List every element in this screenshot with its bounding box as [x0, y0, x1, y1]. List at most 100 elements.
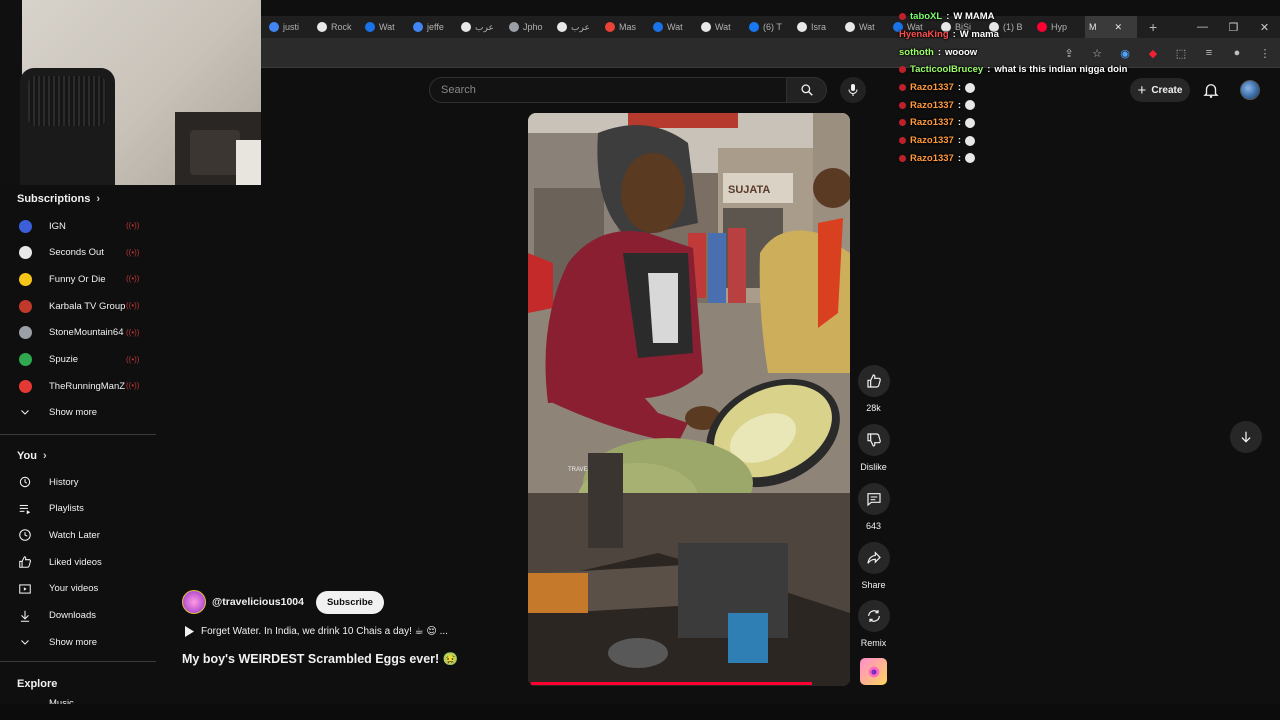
sound-thumbnail[interactable] — [860, 658, 887, 685]
chevron-down-icon — [18, 405, 32, 419]
sidebar-item-label: TheRunningManZ — [49, 380, 126, 392]
chat-separator: : — [957, 99, 962, 111]
chat-username: Razo1337 — [910, 82, 954, 94]
share-action[interactable]: Share — [856, 542, 891, 590]
window-controls: — ❐ ✕ — [1187, 16, 1280, 38]
share-button[interactable] — [857, 542, 890, 574]
live-indicator-icon: ((•)) — [126, 381, 140, 391]
play-icon — [185, 626, 194, 637]
browser-tab[interactable]: عرب — [461, 16, 509, 38]
browser-tab[interactable]: jeffe — [413, 16, 461, 38]
chat-username: taboXL — [910, 11, 943, 23]
show-more-label: Show more — [49, 636, 98, 648]
show-more-you[interactable]: Show more — [0, 629, 156, 655]
search-button[interactable] — [787, 77, 827, 103]
like-action[interactable]: 28k — [856, 365, 891, 413]
sidebar-item-history[interactable]: History — [0, 469, 156, 495]
sidebar-item-label: Downloads — [49, 610, 96, 621]
sidebar-item-label: Karbala TV Group — [49, 300, 126, 312]
browser-tab[interactable]: Rock — [317, 16, 365, 38]
browser-tab[interactable]: (6) T — [749, 16, 797, 38]
sidebar-item-liked-videos[interactable]: Liked videos — [0, 549, 156, 575]
chat-text: wooow — [945, 46, 978, 58]
sidebar-item-watch-later[interactable]: Watch Later — [0, 522, 156, 548]
dislike-button[interactable] — [857, 424, 890, 456]
browser-tab[interactable]: Wat — [845, 16, 893, 38]
browser-tab[interactable]: Wat — [653, 16, 701, 38]
chat-badge-icon — [899, 101, 906, 109]
remix-action[interactable]: Remix — [856, 600, 891, 648]
comments-button[interactable] — [857, 483, 890, 515]
live-indicator-icon: ((•)) — [126, 354, 140, 364]
sidebar-item-subscription[interactable]: Spuzie ((•)) — [0, 347, 156, 373]
sidebar-item-subscription[interactable]: StoneMountain64 ((•)) — [0, 320, 156, 346]
chat-message: HyenaKing: W mama — [899, 26, 1159, 44]
chat-separator: : — [957, 82, 962, 94]
account-avatar[interactable] — [1240, 80, 1260, 100]
browser-tab[interactable]: Isra — [797, 16, 845, 38]
comment-action[interactable]: 643 — [856, 483, 891, 531]
browser-tab[interactable]: justi — [269, 16, 317, 38]
webcam-chair-mesh — [28, 76, 106, 126]
close-window-button[interactable]: ✕ — [1249, 16, 1280, 38]
profile-icon[interactable]: ● — [1230, 46, 1244, 60]
search-input[interactable]: Search — [429, 77, 787, 103]
webcam-objects — [190, 130, 240, 175]
video-progress-bar[interactable] — [531, 682, 812, 685]
sidebar-item-playlists[interactable]: Playlists — [0, 496, 156, 522]
next-video-button[interactable] — [1230, 421, 1262, 453]
tab-label: Wat — [379, 22, 395, 32]
browser-tab[interactable]: عرب — [557, 16, 605, 38]
bell-icon[interactable] — [1202, 81, 1220, 99]
puzzle-icon[interactable]: ⬚ — [1174, 46, 1188, 60]
menu-kebab-icon[interactable]: ⋮ — [1258, 46, 1272, 60]
sidebar-item-subscription[interactable]: Seconds Out ((•)) — [0, 240, 156, 266]
tab-label: Mas — [619, 22, 637, 32]
tab-label: عرب — [475, 21, 494, 32]
tab-favicon — [653, 22, 663, 32]
divider — [0, 434, 156, 435]
browser-tab[interactable]: Wat — [365, 16, 413, 38]
short-video-player[interactable]: SUJATA TRAVELICIOUS — [528, 113, 850, 686]
show-more-subscriptions[interactable]: Show more — [0, 399, 156, 425]
chat-emote-icon — [965, 153, 976, 164]
like-icon — [18, 555, 32, 569]
sound-row[interactable]: Forget Water. In India, we drink 10 Chai… — [184, 626, 448, 637]
explore-heading: Explore — [17, 678, 57, 690]
channel-avatar[interactable] — [182, 590, 206, 614]
tab-favicon — [269, 22, 279, 32]
subscriptions-heading[interactable]: Subscriptions › — [17, 193, 100, 205]
download-icon — [18, 609, 32, 623]
subscribe-button[interactable]: Subscribe — [315, 590, 384, 614]
restore-button[interactable]: ❐ — [1218, 16, 1249, 38]
channel-name[interactable]: @travelicious1004 — [212, 596, 304, 608]
sidebar: Subscriptions › IGN ((•)) Seconds Out ((•))… — [0, 185, 156, 720]
watch-later-icon — [18, 528, 32, 542]
sidebar-item-subscription[interactable]: TheRunningManZ ((•)) — [0, 373, 156, 399]
tab-favicon — [365, 22, 375, 32]
like-button[interactable] — [857, 365, 890, 397]
sidebar-item-subscription[interactable]: IGN ((•)) — [0, 213, 156, 239]
remix-button[interactable] — [857, 600, 890, 632]
browser-tab[interactable]: Mas — [605, 16, 653, 38]
media-icon[interactable]: ≡ — [1202, 46, 1216, 60]
sidebar-item-downloads[interactable]: Downloads — [0, 603, 156, 629]
streamer-webcam — [0, 0, 261, 185]
minimize-button[interactable]: — — [1187, 16, 1218, 38]
dislike-action[interactable]: Dislike — [856, 424, 891, 472]
tab-label: jeffe — [427, 22, 444, 32]
remix-icon — [867, 610, 880, 622]
sidebar-item-your-videos[interactable]: Your videos — [0, 576, 156, 602]
channel-row: @travelicious1004 Subscribe — [182, 590, 384, 614]
comment-icon — [866, 493, 881, 507]
browser-tab[interactable]: Wat — [701, 16, 749, 38]
voice-search-button[interactable] — [840, 77, 866, 103]
browser-tab[interactable]: Jpho — [509, 16, 557, 38]
you-heading[interactable]: You › — [17, 450, 47, 462]
chat-username: sothoth — [899, 46, 934, 58]
share-icon — [866, 551, 881, 564]
tab-label: عرب — [571, 21, 590, 32]
sidebar-item-subscription[interactable]: Funny Or Die ((•)) — [0, 266, 156, 292]
chevron-right-icon: › — [42, 450, 47, 462]
sidebar-item-subscription[interactable]: Karbala TV Group ((•)) — [0, 293, 156, 319]
